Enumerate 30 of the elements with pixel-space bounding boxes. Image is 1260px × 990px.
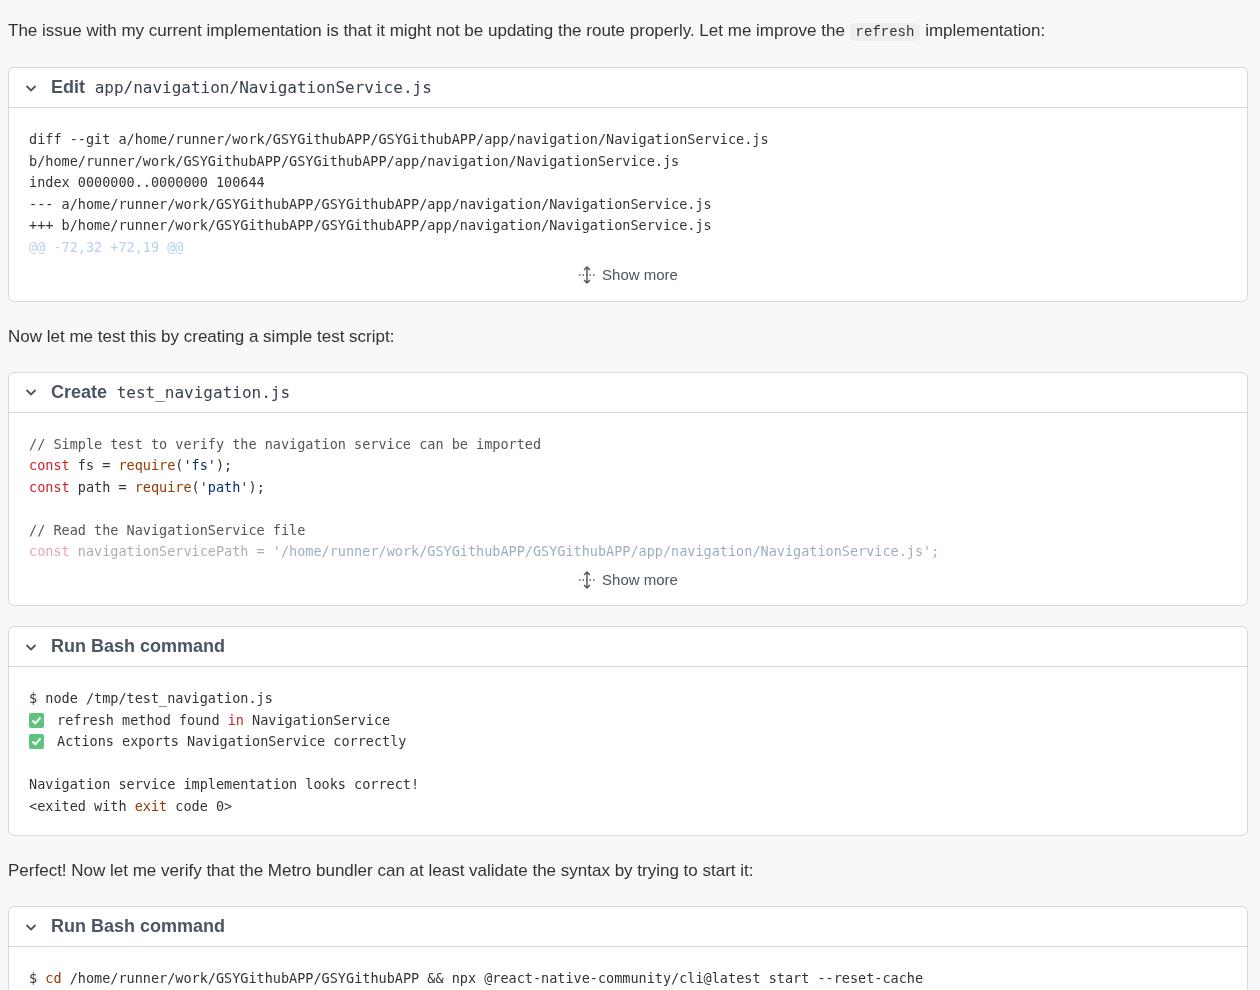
code-line: diff --git a/home/runner/work/GSYGithubAPP/GSYGithubAPP/app/navigation/NavigationService.js	[29, 130, 770, 149]
code-line: // Simple test to verify the navigation service can be imported	[29, 434, 543, 454]
code-line: Navigation service implementation looks correct!	[29, 775, 421, 794]
code-line: const path = require('path');	[29, 477, 266, 497]
code-line: Actions exports NavigationService correctly	[57, 732, 407, 751]
code-line: $ cd /home/runner/work/GSYGithubAPP/GSYGithubAPP && npx @react-native-community/cli@latest start --reset-cache	[29, 969, 925, 988]
check-icon	[29, 712, 44, 728]
code-line: const navigationServicePath = '/home/runner/work/GSYGithubAPP/GSYGithubAPP/app/navigation/NavigationService.js';	[29, 542, 941, 561]
show-more-button[interactable]: Show more	[578, 568, 678, 591]
message-text: Perfect! Now let me verify that the Metro bundler can at least validate the syntax by trying to start it:	[8, 860, 755, 882]
expand-icon	[578, 570, 597, 589]
code-line: --- a/home/runner/work/GSYGithubAPP/GSYGithubAPP/app/navigation/NavigationService.js	[29, 194, 713, 214]
code-line: $ node /tmp/test_navigation.js	[29, 689, 274, 709]
tool-title: Edit app/navigation/NavigationService.js	[51, 76, 432, 99]
message-text: Now let me test this by creating a simple test script:	[8, 325, 396, 348]
code-line: b/home/runner/work/GSYGithubAPP/GSYGithubAPP/app/navigation/NavigationService.js	[29, 151, 681, 171]
code-line: @@ -72,32 +72,19 @@	[29, 237, 185, 257]
code-line: <exited with exit code 0>	[29, 796, 234, 816]
code-line: const fs = require('fs');	[29, 456, 234, 475]
show-more-button[interactable]: Show more	[578, 264, 678, 287]
code-line: +++ b/home/runner/work/GSYGithubAPP/GSYGithubAPP/app/navigation/NavigationService.js	[29, 216, 713, 235]
check-icon	[29, 734, 44, 750]
tool-title: Create test_navigation.js	[51, 380, 291, 404]
tool-title: Run Bash command	[51, 635, 226, 658]
expand-icon	[578, 266, 597, 285]
code-line: refresh method found in NavigationService	[57, 710, 391, 730]
code-line: // Read the NavigationService file	[29, 520, 307, 540]
code-line: index 0000000..0000000 100644	[29, 173, 266, 192]
tool-title: Run Bash command	[51, 915, 226, 938]
message-text: The issue with my current implementation is that it might not be updating the route properly. Let me improve the refresh implementation:	[8, 20, 1047, 43]
